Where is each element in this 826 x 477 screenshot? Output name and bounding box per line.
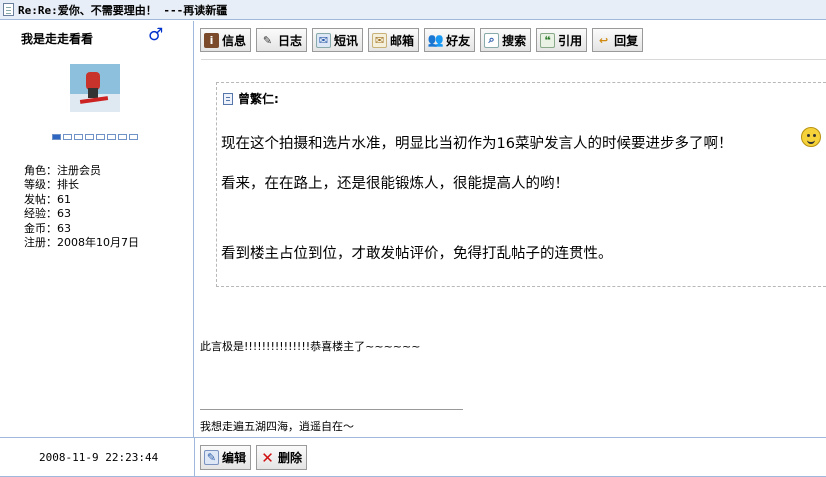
signature: 我想走遍五湖四海，逍遥自在～ bbox=[200, 420, 354, 433]
delete-x-icon: ✕ bbox=[261, 448, 274, 467]
quote-icon: ❝ bbox=[540, 32, 556, 48]
quote-author: 曾繁仁: bbox=[223, 90, 279, 107]
quote-button[interactable]: ❝ 引用 bbox=[536, 28, 588, 52]
quote-line: 看到楼主占位到位，才敢发帖评价，免得打乱帖子的连贯性。 bbox=[221, 246, 613, 262]
info-icon: i bbox=[204, 32, 219, 48]
male-gender-icon: ♂ bbox=[148, 25, 164, 45]
thread-title: Re:Re:爱你、不需要理由！ ---再读新疆 bbox=[18, 3, 228, 17]
level-segment bbox=[85, 134, 94, 140]
user-info-coins: 金币：63 bbox=[24, 221, 71, 235]
edit-button[interactable]: ✎ 编辑 bbox=[200, 445, 252, 470]
blog-button[interactable]: ✎ 日志 bbox=[256, 28, 308, 52]
user-info-rank: 等级：排长 bbox=[24, 178, 79, 192]
level-segment bbox=[96, 134, 105, 140]
level-segment bbox=[63, 134, 72, 140]
mailbox-button[interactable]: ✉ 邮箱 bbox=[368, 28, 420, 52]
level-segment bbox=[107, 134, 116, 140]
user-info-posts: 发帖：61 bbox=[24, 192, 71, 206]
post-actions: ✎ 编辑 ✕ 删除 bbox=[200, 445, 308, 470]
level-segment bbox=[129, 134, 138, 140]
pen-icon: ✎ bbox=[262, 33, 273, 47]
user-info-experience: 经验：63 bbox=[24, 207, 71, 221]
level-segment bbox=[118, 134, 127, 140]
search-button[interactable]: ⌕ 搜索 bbox=[480, 28, 532, 52]
mail-icon: ✉ bbox=[372, 32, 388, 48]
level-segment bbox=[52, 134, 61, 140]
post-timestamp: 2008-11-9 22:23:44 bbox=[39, 451, 159, 464]
smiley-icon bbox=[801, 127, 821, 147]
signature-divider bbox=[200, 409, 463, 410]
user-info-role: 角色：注册会员 bbox=[24, 164, 101, 177]
level-bar bbox=[52, 134, 138, 140]
search-doc-icon: ⌕ bbox=[484, 32, 500, 48]
friends-button[interactable]: 👥 好友 bbox=[424, 28, 476, 52]
friends-icon: 👥 bbox=[427, 32, 444, 48]
avatar[interactable] bbox=[70, 64, 120, 112]
title-bar: Re:Re:爱你、不需要理由！ ---再读新疆 bbox=[0, 0, 826, 20]
quote-line: 看来，在在路上，还是很能锻炼人，很能提高人的哟！ bbox=[221, 176, 569, 192]
quote-block: 曾繁仁: 现在这个拍摄和选片水准，明显比当初作为16菜驴发言人的时候要进步多了啊… bbox=[216, 82, 826, 287]
quote-line: 现在这个拍摄和选片水准，明显比当初作为16菜驴发言人的时候要进步多了啊！ bbox=[221, 136, 733, 152]
toolbar-divider bbox=[201, 59, 826, 60]
quote-doc-icon bbox=[223, 92, 233, 105]
delete-button[interactable]: ✕ 删除 bbox=[256, 445, 308, 470]
user-info: 角色：注册会员 等级：排长 发帖：61 经验：63 金币：63 注册：2008年… bbox=[24, 164, 139, 250]
level-segment bbox=[74, 134, 83, 140]
message-icon: ✉ bbox=[316, 32, 332, 48]
username[interactable]: 我是走走看看 bbox=[21, 30, 93, 47]
document-icon bbox=[3, 3, 14, 16]
post-content: i 信息 ✎ 日志 ✉ 短讯 ✉ 邮箱 👥 好友 ⌕ 搜索 ❝ 引用 ↩ 回复 bbox=[195, 21, 826, 437]
reply-button[interactable]: ↩ 回复 bbox=[592, 28, 644, 52]
reply-body: 此言极是!!!!!!!!!!!!!!!恭喜楼主了~~~~~~ bbox=[200, 340, 421, 353]
edit-icon: ✎ bbox=[204, 450, 219, 465]
message-button[interactable]: ✉ 短讯 bbox=[312, 28, 364, 52]
post-toolbar: i 信息 ✎ 日志 ✉ 短讯 ✉ 邮箱 👥 好友 ⌕ 搜索 ❝ 引用 ↩ 回复 bbox=[200, 28, 644, 52]
post-footer: 2008-11-9 22:23:44 ✎ 编辑 ✕ 删除 bbox=[0, 437, 826, 477]
reply-icon: ↩ bbox=[599, 33, 609, 47]
user-info-registered: 注册：2008年10月7日 bbox=[24, 236, 139, 250]
info-button[interactable]: i 信息 bbox=[200, 28, 252, 52]
user-panel: 我是走走看看 ♂ 角色：注册会员 等级：排长 发帖：61 经验：63 金币：63… bbox=[0, 21, 194, 437]
